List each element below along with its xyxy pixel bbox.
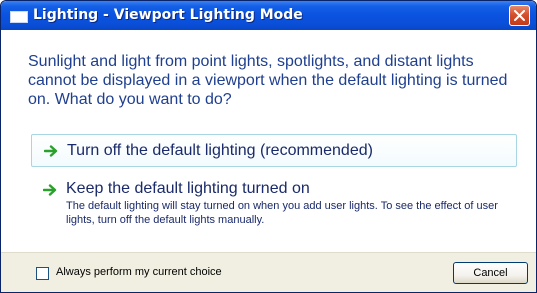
always-perform-label[interactable]: Always perform my current choice [56, 266, 222, 278]
close-icon [514, 10, 525, 21]
option-title: Turn off the default lighting (recommend… [67, 142, 373, 159]
close-button[interactable] [509, 5, 530, 26]
question-text: Sunlight and light from point lights, sp… [28, 53, 508, 108]
title-bar[interactable]: Lighting - Viewport Lighting Mode [1, 1, 536, 30]
option-description: The default lighting will stay turned on… [66, 200, 498, 226]
option-title: Keep the default lighting turned on [66, 180, 310, 197]
option-keep-default-lighting[interactable]: Keep the default lighting turned on The … [31, 177, 517, 233]
window-title: Lighting - Viewport Lighting Mode [33, 7, 303, 23]
cancel-button[interactable]: Cancel [453, 262, 528, 284]
dialog-window: Lighting - Viewport Lighting Mode Sunlig… [0, 0, 537, 293]
window-icon [10, 11, 28, 23]
green-arrow-icon [44, 145, 58, 157]
green-arrow-icon [43, 184, 57, 196]
dialog-footer: Always perform my current choice Cancel [1, 252, 536, 292]
always-perform-checkbox[interactable] [36, 267, 49, 280]
option-turn-off-default-lighting[interactable]: Turn off the default lighting (recommend… [31, 134, 517, 167]
